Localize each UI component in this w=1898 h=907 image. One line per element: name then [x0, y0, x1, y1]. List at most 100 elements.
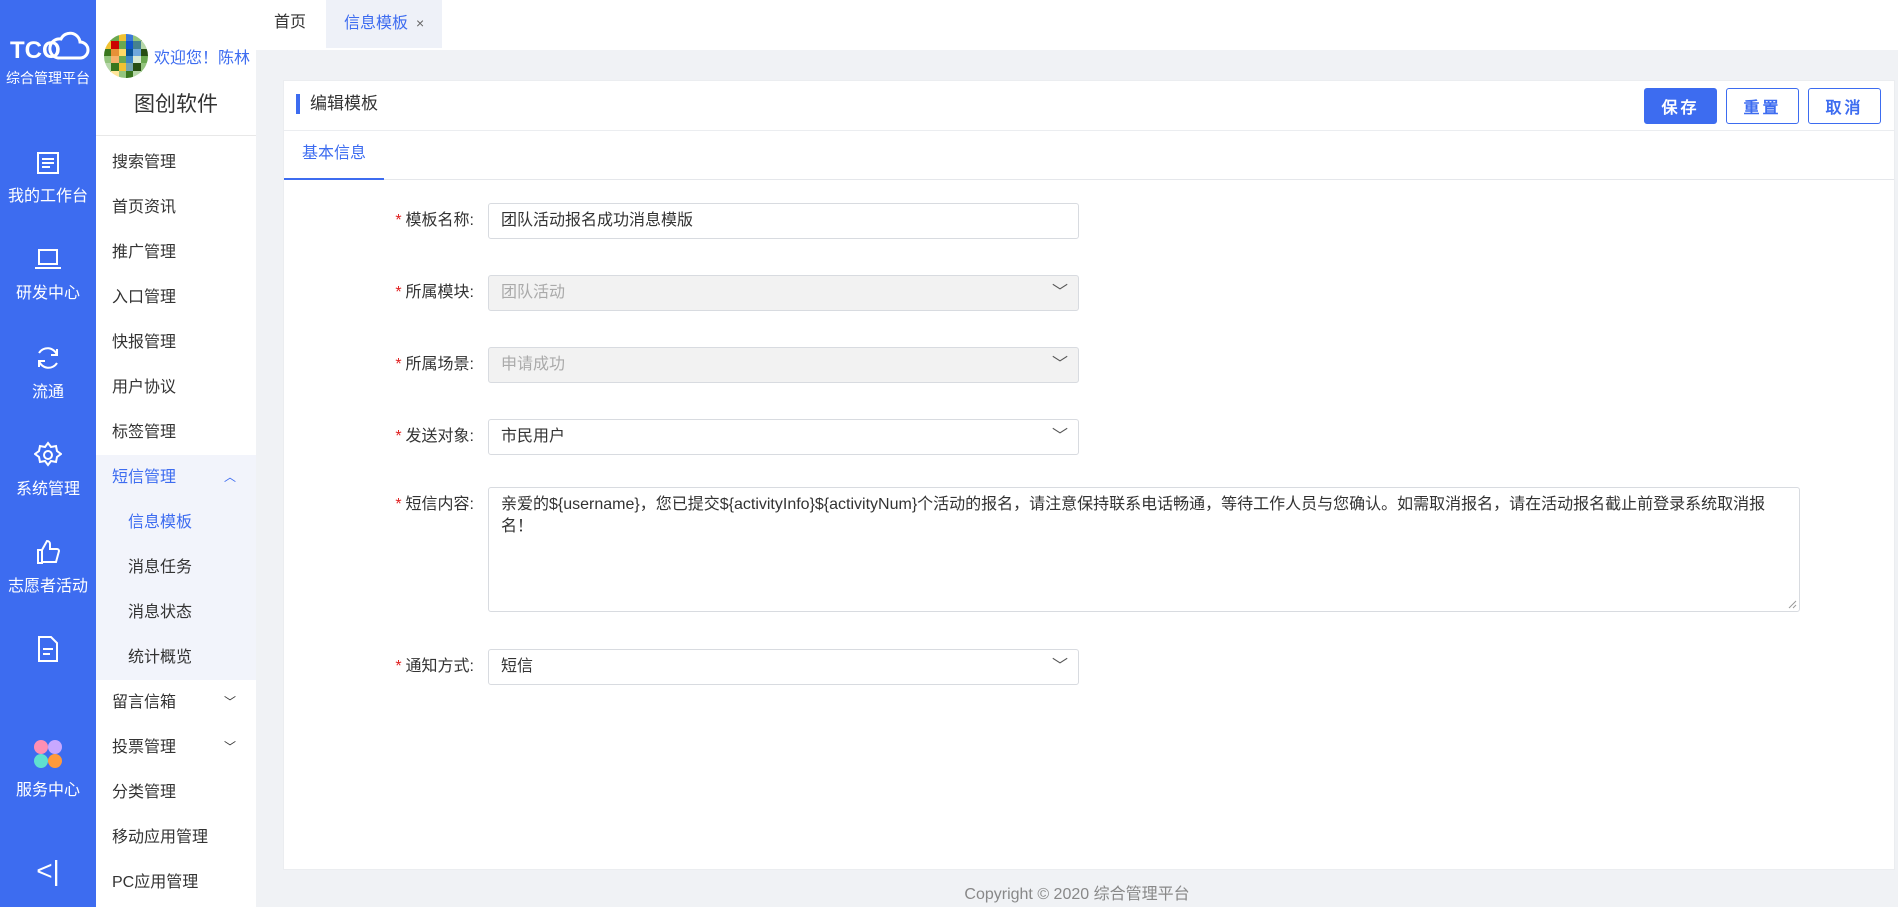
sidebar-item-home-news[interactable]: 首页资讯 [96, 185, 256, 230]
chevron-down-icon: ﹀ [1051, 428, 1068, 445]
textarea-value: 亲爱的${username}，您已提交${activityInfo}${acti… [501, 496, 1766, 535]
cancel-button[interactable]: 取消 [1808, 88, 1881, 124]
sidebar-item-category[interactable]: 分类管理 [96, 770, 256, 815]
module-select[interactable]: 团队活动 ﹀ [488, 275, 1079, 311]
rail-label: 我的工作台 [7, 188, 88, 205]
required-marker: * [395, 658, 402, 675]
tab-bar: 首页 信息模板 × [256, 0, 1898, 50]
field-label: * 发送对象: [395, 428, 474, 445]
thumbs-up-icon [37, 539, 61, 564]
edit-template-card: 编辑模板 保存 重置 取消 基本信息 * 模板名称: 团队活动报名成功消息模版 *… [283, 80, 1895, 870]
gear-icon [34, 441, 62, 467]
action-buttons: 保存 重置 取消 [1644, 88, 1881, 124]
company-name: 图创软件 [134, 93, 218, 116]
required-marker: * [395, 428, 402, 445]
sidebar-item-entry[interactable]: 入口管理 [96, 275, 256, 320]
rail-item-volunteer[interactable]: 志愿者活动 [0, 538, 96, 596]
user-info: 欢迎您！陈林 [104, 34, 250, 78]
document-icon [38, 636, 58, 662]
form-tabs: 基本信息 [284, 131, 1894, 180]
sidebar-item-statistics[interactable]: 统计概览 [96, 635, 256, 680]
rail-item-circulation[interactable]: 流通 [0, 344, 96, 402]
avatar-image [104, 34, 148, 78]
notify-method-select[interactable]: 短信 ﹀ [488, 649, 1079, 685]
rail-item-workbench[interactable]: 我的工作台 [0, 150, 96, 206]
field-label: * 模板名称: [395, 212, 474, 229]
tab-info-template[interactable]: 信息模板 × [326, 0, 442, 48]
rail-item-service-center[interactable]: 服务中心 [0, 738, 96, 800]
sms-content-textarea[interactable]: 亲爱的${username}，您已提交${activityInfo}${acti… [488, 487, 1800, 612]
list-icon [37, 152, 59, 174]
app-logo[interactable]: TCO 综合管理平台 [0, 28, 96, 88]
sidebar-item-bulletin[interactable]: 快报管理 [96, 320, 256, 365]
rail-label: 流通 [31, 384, 64, 401]
sidebar-item-search[interactable]: 搜索管理 [96, 140, 256, 185]
rail-label: 志愿者活动 [7, 578, 88, 595]
collapse-rail-icon[interactable]: <| [0, 855, 96, 887]
sidebar-item-info-template[interactable]: 信息模板 [96, 500, 256, 545]
required-marker: * [395, 356, 402, 373]
card-header: 编辑模板 保存 重置 取消 [284, 81, 1894, 131]
rail-label: 系统管理 [15, 481, 80, 498]
close-icon[interactable]: × [416, 15, 424, 31]
sidebar-item-mobile-apps[interactable]: 移动应用管理 [96, 815, 256, 860]
template-name-input[interactable]: 团队活动报名成功消息模版 [488, 203, 1079, 239]
sidebar-item-label: 留言信箱 [112, 694, 177, 711]
chevron-down-icon: ﹀ [1051, 284, 1068, 301]
svg-text:TCO: TCO [10, 37, 61, 64]
avatar[interactable] [104, 34, 148, 78]
sidebar-item-tags[interactable]: 标签管理 [96, 410, 256, 455]
sidebar-item-sms[interactable]: 短信管理 ︿ [96, 455, 256, 500]
resize-handle-icon[interactable] [1787, 599, 1797, 609]
save-button[interactable]: 保存 [1644, 88, 1717, 124]
chevron-down-icon: ﹀ [1051, 356, 1068, 373]
field-label: * 短信内容: [395, 496, 474, 513]
rail-item-document[interactable] [0, 635, 96, 669]
select-value: 市民用户 [501, 428, 566, 445]
sidebar-divider [96, 135, 256, 136]
refresh-icon [38, 347, 58, 369]
app-subtitle: 综合管理平台 [6, 70, 90, 86]
tab-home[interactable]: 首页 [274, 0, 306, 48]
laptop-icon [35, 249, 61, 269]
chevron-down-icon: ﹀ [223, 740, 236, 754]
select-value: 短信 [501, 658, 534, 675]
select-value: 申请成功 [501, 356, 566, 373]
sidebar-item-mailbox[interactable]: 留言信箱 ﹀ [96, 680, 256, 725]
form-row-sms-content: * 短信内容: 亲爱的${username}，您已提交${activityInfo… [284, 487, 1800, 612]
rail-item-system[interactable]: 系统管理 [0, 441, 96, 499]
sidebar-item-user-agreement[interactable]: 用户协议 [96, 365, 256, 410]
form-row-notify: * 通知方式: 短信 ﹀ [284, 649, 1079, 685]
scene-select[interactable]: 申请成功 ﹀ [488, 347, 1079, 383]
rail-label: 服务中心 [15, 782, 80, 799]
form-row-template-name: * 模板名称: 团队活动报名成功消息模版 [284, 203, 1079, 239]
required-marker: * [395, 496, 402, 513]
sidebar-item-message-task[interactable]: 消息任务 [96, 545, 256, 590]
sidebar-item-promotion[interactable]: 推广管理 [96, 230, 256, 275]
sidebar-item-pc-apps[interactable]: PC应用管理 [96, 860, 256, 905]
form-row-target: * 发送对象: 市民用户 ﹀ [284, 419, 1079, 455]
tab-basic-info[interactable]: 基本信息 [284, 131, 384, 180]
form-row-scene: * 所属场景: 申请成功 ﹀ [284, 347, 1079, 383]
left-rail: TCO 综合管理平台 我的工作台 研发中心 流通 系统管理 志愿者活动 服务中心… [0, 0, 96, 907]
sms-submenu: 信息模板 消息任务 消息状态 统计概览 [96, 500, 256, 680]
reset-button[interactable]: 重置 [1726, 88, 1799, 124]
sidebar-item-message-status[interactable]: 消息状态 [96, 590, 256, 635]
form-row-module: * 所属模块: 团队活动 ﹀ [284, 275, 1079, 311]
rail-item-rd-center[interactable]: 研发中心 [0, 247, 96, 303]
target-select[interactable]: 市民用户 ﹀ [488, 419, 1079, 455]
tab-label: 信息模板 [344, 15, 409, 32]
sidebar: 欢迎您！陈林 图创软件 搜索管理 首页资讯 推广管理 入口管理 快报管理 用户协… [96, 0, 256, 907]
sidebar-item-label: 投票管理 [112, 739, 177, 756]
welcome-text: 欢迎您！陈林 [154, 50, 251, 67]
footer-copyright: Copyright © 2020 综合管理平台 [964, 886, 1190, 903]
required-marker: * [395, 212, 402, 229]
field-label: * 通知方式: [395, 658, 474, 675]
select-value: 团队活动 [501, 284, 566, 301]
rail-label: 研发中心 [15, 285, 80, 302]
chevron-up-icon: ︿ [223, 470, 236, 484]
chevron-down-icon: ﹀ [1051, 658, 1068, 675]
sidebar-item-vote[interactable]: 投票管理 ﹀ [96, 725, 256, 770]
chevron-down-icon: ﹀ [223, 695, 236, 709]
required-marker: * [395, 284, 402, 301]
